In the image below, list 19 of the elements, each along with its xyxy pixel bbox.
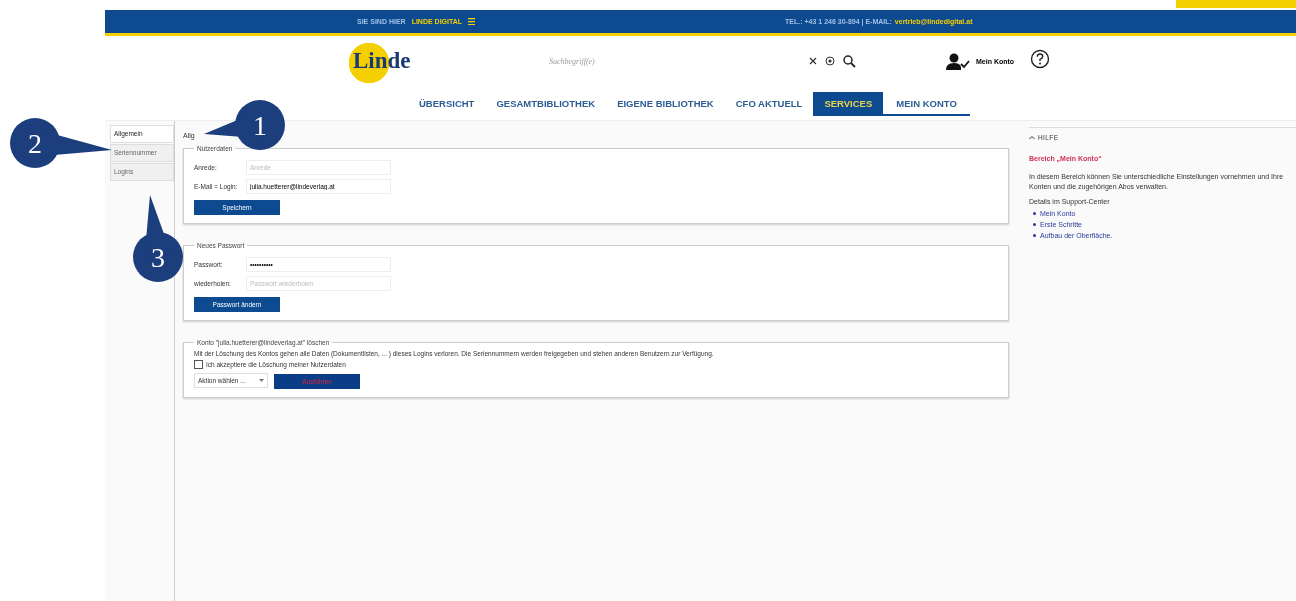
nav-tab[interactable]: SERVICES <box>813 92 884 116</box>
nav-tab[interactable]: MEIN KONTO <box>883 92 970 116</box>
user-check-icon[interactable] <box>946 52 970 70</box>
search-icon[interactable] <box>843 54 856 68</box>
clear-icon[interactable] <box>809 57 817 65</box>
target-icon[interactable] <box>825 56 835 66</box>
help-icon[interactable] <box>1030 49 1051 69</box>
bullet-icon <box>1033 223 1036 226</box>
bullet-icon <box>1033 234 1036 237</box>
checkbox[interactable] <box>194 360 203 369</box>
nav-tab[interactable]: EIGENE BIBLIOTHEK <box>606 92 725 116</box>
callout-badge: 2 <box>10 118 112 168</box>
nav-tab[interactable]: CFO AKTUELL <box>724 92 814 116</box>
nav-tab[interactable]: ÜBERSICHT <box>408 92 486 116</box>
nav-tab[interactable]: GESAMTBIBLIOTHEK <box>485 92 607 116</box>
menu-icon[interactable] <box>468 18 476 25</box>
bullet-icon <box>1033 212 1036 215</box>
dropdown-caret-icon <box>259 379 264 382</box>
search-field[interactable]: Suchbegriff(e) <box>547 55 791 67</box>
